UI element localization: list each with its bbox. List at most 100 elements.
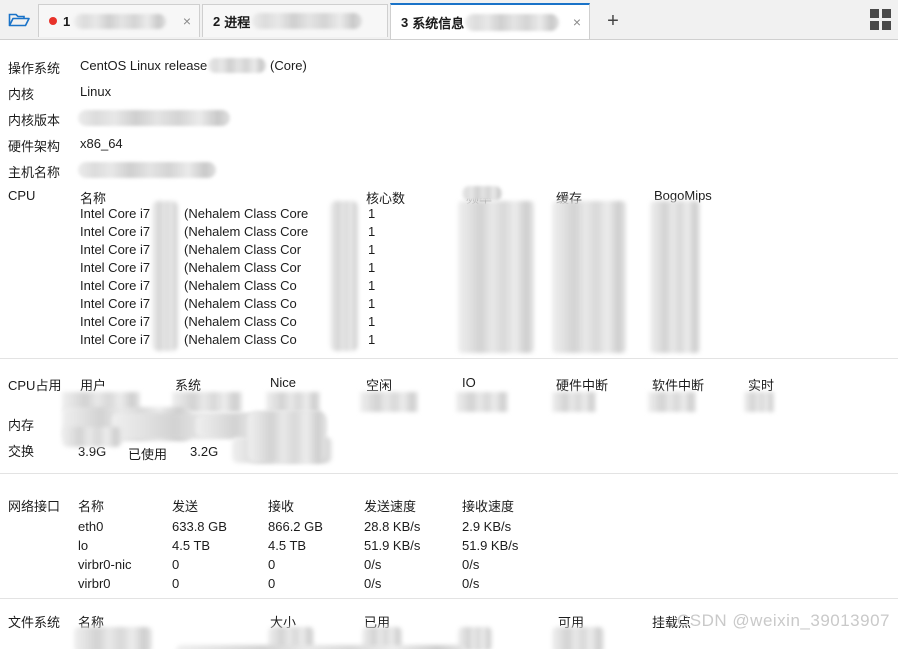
cpu-row-3-cores: 1 [368,260,376,275]
tab-1-close-icon[interactable]: × [173,14,191,28]
tab-1[interactable]: 1 × [38,4,200,37]
label-swap: 交换 [8,444,35,459]
network-row-3-sent-rate: 0/s [364,576,382,591]
cpu-row-7-name-suffix: (Nehalem Class Co [184,332,297,347]
section-label-cpu: CPU [8,188,36,203]
cpu-header-name: 名称 [80,191,107,206]
label-operating-system: 操作系统 [8,61,61,76]
cpu-usage-value-hard-irq-redacted [552,392,596,412]
cpu-row-3-name-suffix: (Nehalem Class Cor [184,260,302,275]
swap-used-value: 3.2G [190,444,219,459]
section-label-filesystem: 文件系统 [8,615,61,630]
grid-icon-cell-1 [870,9,879,18]
watermark: CSDN @weixin_39013907 [677,611,890,630]
network-row-1-recv-rate: 51.9 KB/s [462,538,519,553]
tab-2[interactable]: 2 进程 [202,4,388,37]
grid-icon-cell-2 [882,9,891,18]
value-kernel: Linux [80,84,112,99]
cpu-usage-header-io: IO [462,375,476,390]
cpu-row-0-cores: 1 [368,206,376,221]
value-operating-system-redacted [208,58,266,73]
network-row-2-name: virbr0-nic [78,557,132,572]
value-operating-system-suffix: (Core) [270,58,307,73]
cpu-row-6-name-suffix: (Nehalem Class Co [184,314,297,329]
cpu-row-1-cores: 1 [368,224,376,239]
cpu-usage-value-soft-irq-redacted [648,392,696,412]
tab-bar: 1 × 2 进程 3 系统信息 × + [0,0,898,40]
cpu-row-7-name-prefix: Intel Core i7 [80,332,151,347]
network-row-2-sent-rate: 0/s [364,557,382,572]
value-kernel-version-redacted [78,110,230,126]
tab-1-number: 1 [63,13,71,29]
network-row-0-sent-rate: 28.8 KB/s [364,519,421,534]
network-row-3-sent: 0 [172,576,180,591]
cpu-row-2-name-suffix: (Nehalem Class Cor [184,242,302,257]
cpu-row-2-name-prefix: Intel Core i7 [80,242,151,257]
cpu-row-1-name-suffix: (Nehalem Class Core [184,224,309,239]
cpu-usage-value-realtime-redacted [744,392,774,412]
cpu-header-frequency-redacted [462,186,502,201]
network-row-1-sent: 4.5 TB [172,538,211,553]
cpu-bogomips-redacted-values [650,201,700,353]
grid-view-button[interactable] [870,9,892,31]
swap-used-label: 已使用 [128,447,168,462]
network-row-3-name: virbr0 [78,576,111,591]
tab-status-dot-icon [49,17,57,25]
open-folder-button[interactable] [4,6,34,34]
cpu-row-3-name-prefix: Intel Core i7 [80,260,151,275]
tab-2-number: 2 [213,13,221,29]
cpu-row-5-name-suffix: (Nehalem Class Co [184,296,297,311]
network-row-2-recv: 0 [268,557,276,572]
tab-3-close-icon[interactable]: × [563,15,581,29]
tab-2-redacted-label [252,13,363,29]
cpu-row-0-name-suffix: (Nehalem Class Core [184,206,309,221]
memory-swap-redacted-block [248,411,326,463]
cpu-row-5-cores: 1 [368,296,376,311]
network-row-1-recv: 4.5 TB [268,538,307,553]
label-hostname: 主机名称 [8,165,61,180]
network-row-3-recv-rate: 0/s [462,576,480,591]
cpu-row-6-name-prefix: Intel Core i7 [80,314,151,329]
separator-filesystem [0,598,898,599]
tab-3[interactable]: 3 系统信息 × [390,3,590,39]
network-row-0-name: eth0 [78,519,104,534]
plus-icon: + [607,10,619,32]
value-architecture: x86_64 [80,136,123,151]
network-header-name: 名称 [78,499,105,514]
cpu-row-5-name-prefix: Intel Core i7 [80,296,151,311]
swap-value-redacted-a [62,427,122,447]
network-row-1-sent-rate: 51.9 KB/s [364,538,421,553]
label-kernel: 内核 [8,87,35,102]
label-architecture: 硬件架构 [8,139,61,154]
filesystem-row-1-redacted [176,645,466,649]
new-tab-button[interactable]: + [598,6,628,36]
cpu-row-0-name-prefix: Intel Core i7 [80,206,151,221]
cpu-usage-value-io-redacted [456,392,508,412]
network-row-0-recv: 866.2 GB [268,519,323,534]
cpu-usage-header-nice: Nice [270,375,297,390]
network-header-sent-rate: 发送速度 [364,499,417,514]
cpu-row-1-name-prefix: Intel Core i7 [80,224,151,239]
open-folder-icon [8,13,30,27]
tab-3-redacted-label [465,13,560,31]
label-memory: 内存 [8,418,35,433]
cpu-usage-value-idle-redacted [360,392,418,412]
network-row-2-recv-rate: 0/s [462,557,480,572]
grid-icon-cell-4 [882,21,891,30]
network-row-2-sent: 0 [172,557,180,572]
cpu-row-4-name-suffix: (Nehalem Class Co [184,278,297,293]
value-hostname-redacted [78,162,216,178]
tab-3-number: 3 [401,14,409,30]
cpu-row-4-name-prefix: Intel Core i7 [80,278,151,293]
cpu-name-redacted-column-a [152,201,178,351]
network-row-1-name: lo [78,538,89,553]
cpu-row-4-cores: 1 [368,278,376,293]
network-row-0-sent: 633.8 GB [172,519,227,534]
system-info-panel: 操作系统 CentOS Linux release (Core) 内核 Linu… [0,41,898,649]
tab-3-label: 系统信息 [412,15,465,31]
network-header-sent: 发送 [172,499,199,514]
network-header-recv-rate: 接收速度 [462,499,515,514]
tab-2-label: 进程 [224,14,251,30]
network-header-received: 接收 [268,499,295,514]
cpu-frequency-redacted-values [458,201,534,353]
